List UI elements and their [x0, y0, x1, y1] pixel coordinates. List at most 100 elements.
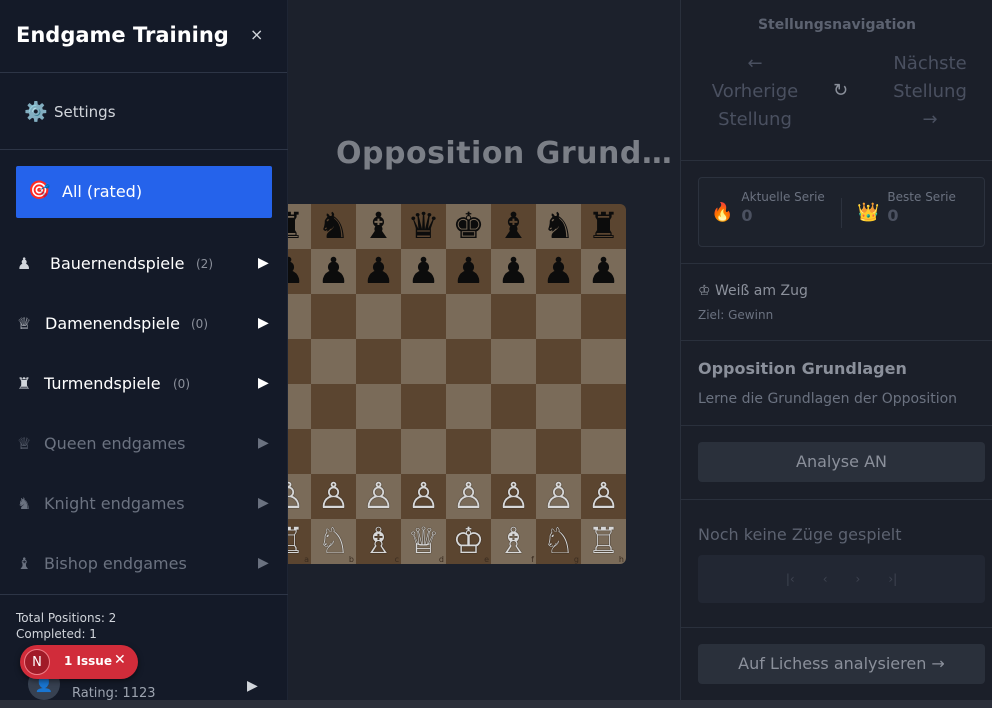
- board-square[interactable]: ♘ g: [536, 519, 581, 564]
- board-square[interactable]: ♖ h: [581, 519, 626, 564]
- sidebar-item-bauernendspiele[interactable]: ♟ Bauernendspiele (2) ▶: [0, 244, 288, 284]
- board-square[interactable]: ♟: [446, 249, 491, 294]
- board-square[interactable]: ♛: [401, 204, 446, 249]
- board-square[interactable]: ♝: [491, 204, 536, 249]
- board-square[interactable]: [356, 384, 401, 429]
- board-square[interactable]: [491, 294, 536, 339]
- board-square[interactable]: [401, 429, 446, 474]
- chess-piece[interactable]: ♘: [317, 523, 349, 560]
- board-square[interactable]: [446, 294, 491, 339]
- board-square[interactable]: [446, 429, 491, 474]
- board-square[interactable]: ♙: [401, 474, 446, 519]
- chess-piece[interactable]: ♞: [542, 208, 574, 245]
- board-square[interactable]: ♟: [491, 249, 536, 294]
- board-square[interactable]: ♙: [356, 474, 401, 519]
- lichess-analysis-button[interactable]: Auf Lichess analysieren →: [698, 644, 985, 684]
- board-square[interactable]: [311, 429, 356, 474]
- chess-piece[interactable]: ♙: [497, 478, 529, 515]
- board-square[interactable]: ♟: [356, 249, 401, 294]
- chess-piece[interactable]: ♞: [317, 208, 349, 245]
- board-square[interactable]: [446, 384, 491, 429]
- chess-piece[interactable]: ♗: [362, 523, 394, 560]
- board-square[interactable]: ♟: [401, 249, 446, 294]
- board-square[interactable]: [401, 384, 446, 429]
- chess-piece[interactable]: ♙: [317, 478, 349, 515]
- chess-piece[interactable]: ♖: [587, 523, 619, 560]
- board-square[interactable]: ♕ d: [401, 519, 446, 564]
- board-square[interactable]: [536, 294, 581, 339]
- next-move-button[interactable]: ›: [856, 572, 861, 586]
- board-square[interactable]: [581, 294, 626, 339]
- chess-piece[interactable]: ♟: [587, 253, 619, 290]
- refresh-icon[interactable]: ↻: [833, 80, 848, 101]
- issue-label[interactable]: 1 Issue: [64, 654, 112, 668]
- chess-piece[interactable]: ♔: [452, 523, 484, 560]
- chevron-right-icon[interactable]: ▶: [247, 678, 258, 694]
- issue-badge[interactable]: N 1 Issue ✕: [20, 645, 138, 679]
- board-square[interactable]: ♚: [446, 204, 491, 249]
- board-square[interactable]: ♞: [536, 204, 581, 249]
- board-square[interactable]: ♙: [581, 474, 626, 519]
- board-square[interactable]: [581, 429, 626, 474]
- analysis-toggle-button[interactable]: Analyse AN: [698, 442, 985, 482]
- chess-piece[interactable]: ♛: [407, 208, 439, 245]
- chess-piece[interactable]: ♝: [362, 208, 394, 245]
- board-square[interactable]: [581, 384, 626, 429]
- board-square[interactable]: ♟: [311, 249, 356, 294]
- chess-piece[interactable]: ♟: [542, 253, 574, 290]
- chess-piece[interactable]: ♟: [497, 253, 529, 290]
- board-square[interactable]: [536, 429, 581, 474]
- board-square[interactable]: [356, 339, 401, 384]
- board-square[interactable]: ♟: [581, 249, 626, 294]
- board-square[interactable]: ♔ e: [446, 519, 491, 564]
- chess-board[interactable]: ♜ ♞ ♝ ♛ ♚ ♝ ♞ ♜ ♟ ♟ ♟ ♟ ♟ ♟ ♟ ♟ ♙ ♙ ♙ ♙ ♙ ♙ ♙ ♙ ♖ a ♘ b ♗ c ♕ d ♔ e ♗ f ♘ g ♖ h: [266, 204, 626, 564]
- board-square[interactable]: ♗ c: [356, 519, 401, 564]
- chess-piece[interactable]: ♟: [452, 253, 484, 290]
- last-move-button[interactable]: ›|: [888, 572, 897, 586]
- board-square[interactable]: [356, 429, 401, 474]
- first-move-button[interactable]: |‹: [786, 572, 795, 586]
- board-square[interactable]: [311, 339, 356, 384]
- chess-piece[interactable]: ♙: [452, 478, 484, 515]
- board-square[interactable]: [401, 294, 446, 339]
- board-square[interactable]: [356, 294, 401, 339]
- board-square[interactable]: [446, 339, 491, 384]
- board-square[interactable]: ♙: [446, 474, 491, 519]
- chess-piece[interactable]: ♟: [362, 253, 394, 290]
- board-square[interactable]: [536, 339, 581, 384]
- sidebar-item-bishop-endgames[interactable]: ♝ Bishop endgames ▶: [0, 544, 288, 584]
- board-square[interactable]: ♝: [356, 204, 401, 249]
- chess-piece[interactable]: ♙: [362, 478, 394, 515]
- board-square[interactable]: ♟: [536, 249, 581, 294]
- chess-piece[interactable]: ♙: [542, 478, 574, 515]
- sidebar-item-queen-endgames[interactable]: ♕ Queen endgames ▶: [0, 424, 288, 464]
- settings-button[interactable]: ⚙️ Settings: [0, 73, 288, 150]
- previous-position-button[interactable]: ← Vorherige Stellung: [700, 50, 810, 134]
- chess-piece[interactable]: ♚: [452, 208, 484, 245]
- board-square[interactable]: [536, 384, 581, 429]
- board-square[interactable]: ♘ b: [311, 519, 356, 564]
- board-square[interactable]: [311, 294, 356, 339]
- board-square[interactable]: [401, 339, 446, 384]
- chess-piece[interactable]: ♙: [407, 478, 439, 515]
- close-icon[interactable]: ×: [250, 25, 263, 44]
- chess-piece[interactable]: ♟: [407, 253, 439, 290]
- chess-piece[interactable]: ♘: [542, 523, 574, 560]
- board-square[interactable]: [491, 339, 536, 384]
- board-square[interactable]: [491, 429, 536, 474]
- board-square[interactable]: ♗ f: [491, 519, 536, 564]
- chess-piece[interactable]: ♟: [317, 253, 349, 290]
- board-square[interactable]: ♙: [311, 474, 356, 519]
- chess-piece[interactable]: ♕: [407, 523, 439, 560]
- sidebar-item-turmendspiele[interactable]: ♜ Turmendspiele (0) ▶: [0, 364, 288, 404]
- board-square[interactable]: ♞: [311, 204, 356, 249]
- chess-piece[interactable]: ♜: [587, 208, 619, 245]
- board-square[interactable]: [581, 339, 626, 384]
- chess-piece[interactable]: ♝: [497, 208, 529, 245]
- sidebar-item-damenendspiele[interactable]: ♕ Damenendspiele (0) ▶: [0, 304, 288, 344]
- prev-move-button[interactable]: ‹: [823, 572, 828, 586]
- board-square[interactable]: ♜: [581, 204, 626, 249]
- sidebar-item-all-rated[interactable]: 🎯 All (rated): [16, 166, 272, 218]
- board-square[interactable]: [311, 384, 356, 429]
- next-position-button[interactable]: Nächste Stellung →: [875, 50, 985, 134]
